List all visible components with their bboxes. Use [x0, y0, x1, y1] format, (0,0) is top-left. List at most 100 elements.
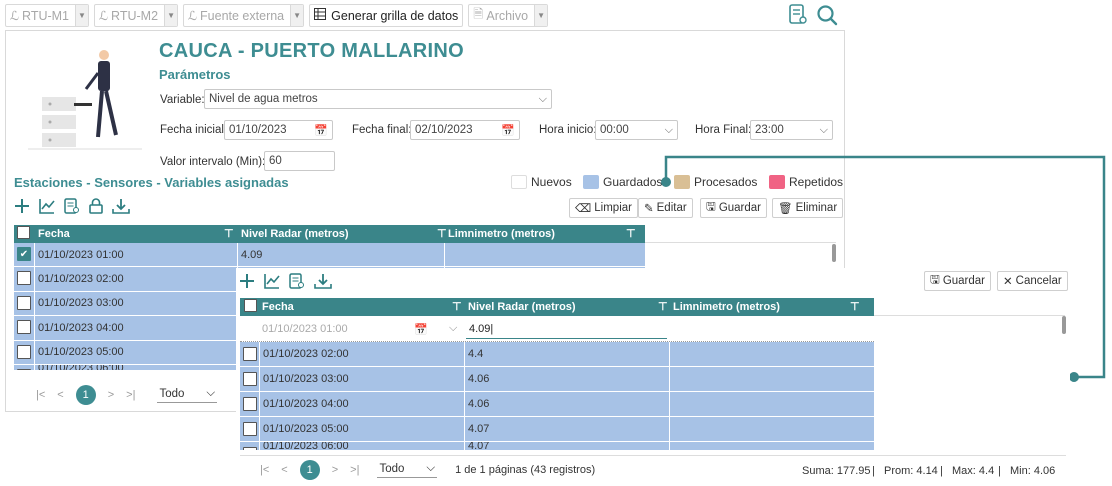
table-row[interactable]: ✔ 01/10/2023 01:00 4.09	[14, 243, 645, 268]
nivel-cell: 4.07	[468, 423, 490, 435]
filter-icon[interactable]: ⊤	[658, 300, 668, 313]
chevron-down-icon[interactable]: ▼	[164, 5, 178, 26]
search-icon[interactable]	[816, 4, 838, 31]
hora-final-select[interactable]: 23:00 ⌵	[750, 120, 833, 140]
fecha-cell: 01/10/2023 01:00	[38, 248, 124, 261]
rtu-m1-label: RTU-M1	[22, 8, 70, 23]
row-checkbox[interactable]	[17, 344, 31, 359]
row-checkbox[interactable]	[243, 347, 257, 361]
last-page-icon[interactable]: >|	[126, 389, 135, 401]
stat-max: Max: 4.4	[952, 465, 995, 477]
back-pager: |< < 1 > >| Todo ⌵	[36, 385, 218, 405]
column-divider	[669, 417, 670, 441]
last-page-icon[interactable]: >|	[350, 464, 359, 476]
next-page-icon[interactable]: >	[108, 389, 114, 401]
fecha-inicial-label: Fecha inicial:	[160, 124, 228, 136]
limpiar-button[interactable]: ⌫ Limpiar	[569, 198, 638, 218]
editing-row[interactable]: 01/10/2023 01:00 📅 ⌵ 4.09 |	[240, 316, 874, 342]
fuente-externa-label: Fuente externa	[200, 8, 285, 23]
report-icon[interactable]	[289, 273, 305, 289]
row-checkbox[interactable]	[243, 372, 257, 386]
first-page-icon[interactable]: |<	[36, 389, 45, 401]
table-row[interactable]: 01/10/2023 04:00 4.06	[240, 392, 874, 417]
calendar-icon[interactable]: 📅	[314, 124, 328, 137]
page-number[interactable]: 1	[75, 385, 96, 405]
chevron-down-icon[interactable]: ▼	[290, 5, 304, 26]
fecha-inicial-input[interactable]: 01/10/2023 📅	[224, 120, 333, 140]
add-icon[interactable]	[239, 273, 255, 289]
filter-icon[interactable]: ⊤	[452, 300, 462, 313]
row-checkbox[interactable]	[17, 320, 31, 335]
archivo-dropdown[interactable]: 🗎 Archivo ▼	[468, 4, 549, 27]
calendar-icon[interactable]: 📅	[414, 323, 428, 336]
front-guardar-label: Guardar	[942, 275, 985, 287]
fecha-final-value: 02/10/2023	[415, 124, 473, 136]
chevron-down-icon: ⌵	[819, 123, 828, 136]
chevron-down-icon[interactable]: ⌵	[449, 322, 457, 335]
cancelar-button[interactable]: ✕ Cancelar	[997, 271, 1068, 291]
table-row[interactable]: 01/10/2023 05:00 4.07	[240, 417, 874, 442]
chevron-down-icon: ⌵	[426, 462, 436, 474]
table-row[interactable]: 01/10/2023 03:00 4.06	[240, 367, 874, 392]
rtu-m2-dropdown[interactable]: ℒ RTU-M2 ▼	[94, 4, 179, 27]
nivel-cell: 4.06	[468, 373, 490, 385]
variable-value: Nivel de agua metros	[209, 93, 318, 105]
prev-page-icon[interactable]: <	[57, 389, 63, 401]
row-checkbox[interactable]: ✔	[17, 247, 31, 261]
column-header[interactable]: Limnimetro (metros)	[444, 225, 555, 243]
chart-icon[interactable]	[264, 273, 280, 289]
add-icon[interactable]	[14, 198, 30, 214]
column-header[interactable]: Nivel Radar (metros)	[237, 225, 349, 243]
next-page-icon[interactable]: >	[332, 464, 338, 476]
column-header[interactable]: Fecha	[34, 225, 70, 243]
page-size-select[interactable]: Todo ⌵	[377, 462, 438, 478]
filter-icon[interactable]: ⊤	[224, 227, 234, 240]
edit-nivel-input[interactable]: 4.09 |	[466, 319, 667, 339]
row-checkbox[interactable]	[243, 397, 257, 411]
first-page-icon[interactable]: |<	[260, 464, 269, 476]
rtu-m1-dropdown[interactable]: ℒ RTU-M1 ▼	[5, 4, 90, 27]
select-all-checkbox[interactable]	[244, 299, 257, 312]
pencil-icon: ✎	[644, 203, 654, 215]
column-header[interactable]: Fecha	[258, 298, 294, 316]
front-guardar-button[interactable]: 🖫 Guardar	[924, 271, 991, 291]
row-checkbox[interactable]	[17, 271, 31, 286]
page-size-select[interactable]: Todo ⌵	[157, 387, 218, 403]
select-all-checkbox[interactable]	[17, 226, 30, 239]
edit-fecha-input[interactable]: 01/10/2023 01:00 📅	[246, 319, 442, 339]
report-icon[interactable]	[788, 4, 808, 31]
report-icon[interactable]	[64, 198, 80, 214]
generar-grilla-button[interactable]: Generar grilla de datos	[309, 4, 464, 27]
chevron-down-icon[interactable]: ▼	[534, 5, 548, 26]
page-number[interactable]: 1	[299, 460, 320, 480]
row-checkbox[interactable]	[17, 295, 31, 310]
filter-icon[interactable]: ⊤	[626, 227, 636, 240]
row-checkbox[interactable]	[243, 447, 257, 450]
table-row[interactable]: 01/10/2023 02:00 4.4	[240, 342, 874, 367]
lock-icon[interactable]	[89, 198, 103, 214]
row-checkbox[interactable]	[243, 422, 257, 436]
variable-select[interactable]: Nivel de agua metros ⌵	[204, 89, 552, 109]
column-header[interactable]: Nivel Radar (metros)	[464, 298, 576, 316]
download-icon[interactable]	[112, 198, 130, 214]
page-size-value: Todo	[159, 387, 185, 400]
fecha-cell: 01/10/2023 03:00	[38, 297, 124, 310]
intervalo-input[interactable]: 60	[264, 151, 335, 171]
fecha-final-input[interactable]: 02/10/2023 📅	[410, 120, 520, 140]
chart-icon[interactable]	[39, 198, 55, 214]
fecha-cell: 01/10/2023 02:00	[263, 348, 349, 360]
row-checkbox[interactable]	[17, 369, 31, 370]
fuente-externa-dropdown[interactable]: ℒ Fuente externa ▼	[183, 4, 305, 27]
table-icon	[314, 8, 327, 23]
calendar-icon[interactable]: 📅	[501, 124, 515, 137]
hora-inicio-select[interactable]: 00:00 ⌵	[595, 120, 678, 140]
page-size-value: Todo	[379, 462, 405, 475]
edit-fecha-value: 01/10/2023 01:00	[262, 323, 348, 335]
download-icon[interactable]	[314, 273, 332, 289]
scrollbar[interactable]	[1062, 316, 1066, 334]
column-header[interactable]: Limnimetro (metros)	[669, 298, 780, 316]
filter-icon[interactable]: ⊤	[850, 300, 860, 313]
prev-page-icon[interactable]: <	[281, 464, 287, 476]
table-row[interactable]: 01/10/2023 06:00 4.07	[240, 442, 874, 451]
chevron-down-icon[interactable]: ▼	[75, 5, 89, 26]
